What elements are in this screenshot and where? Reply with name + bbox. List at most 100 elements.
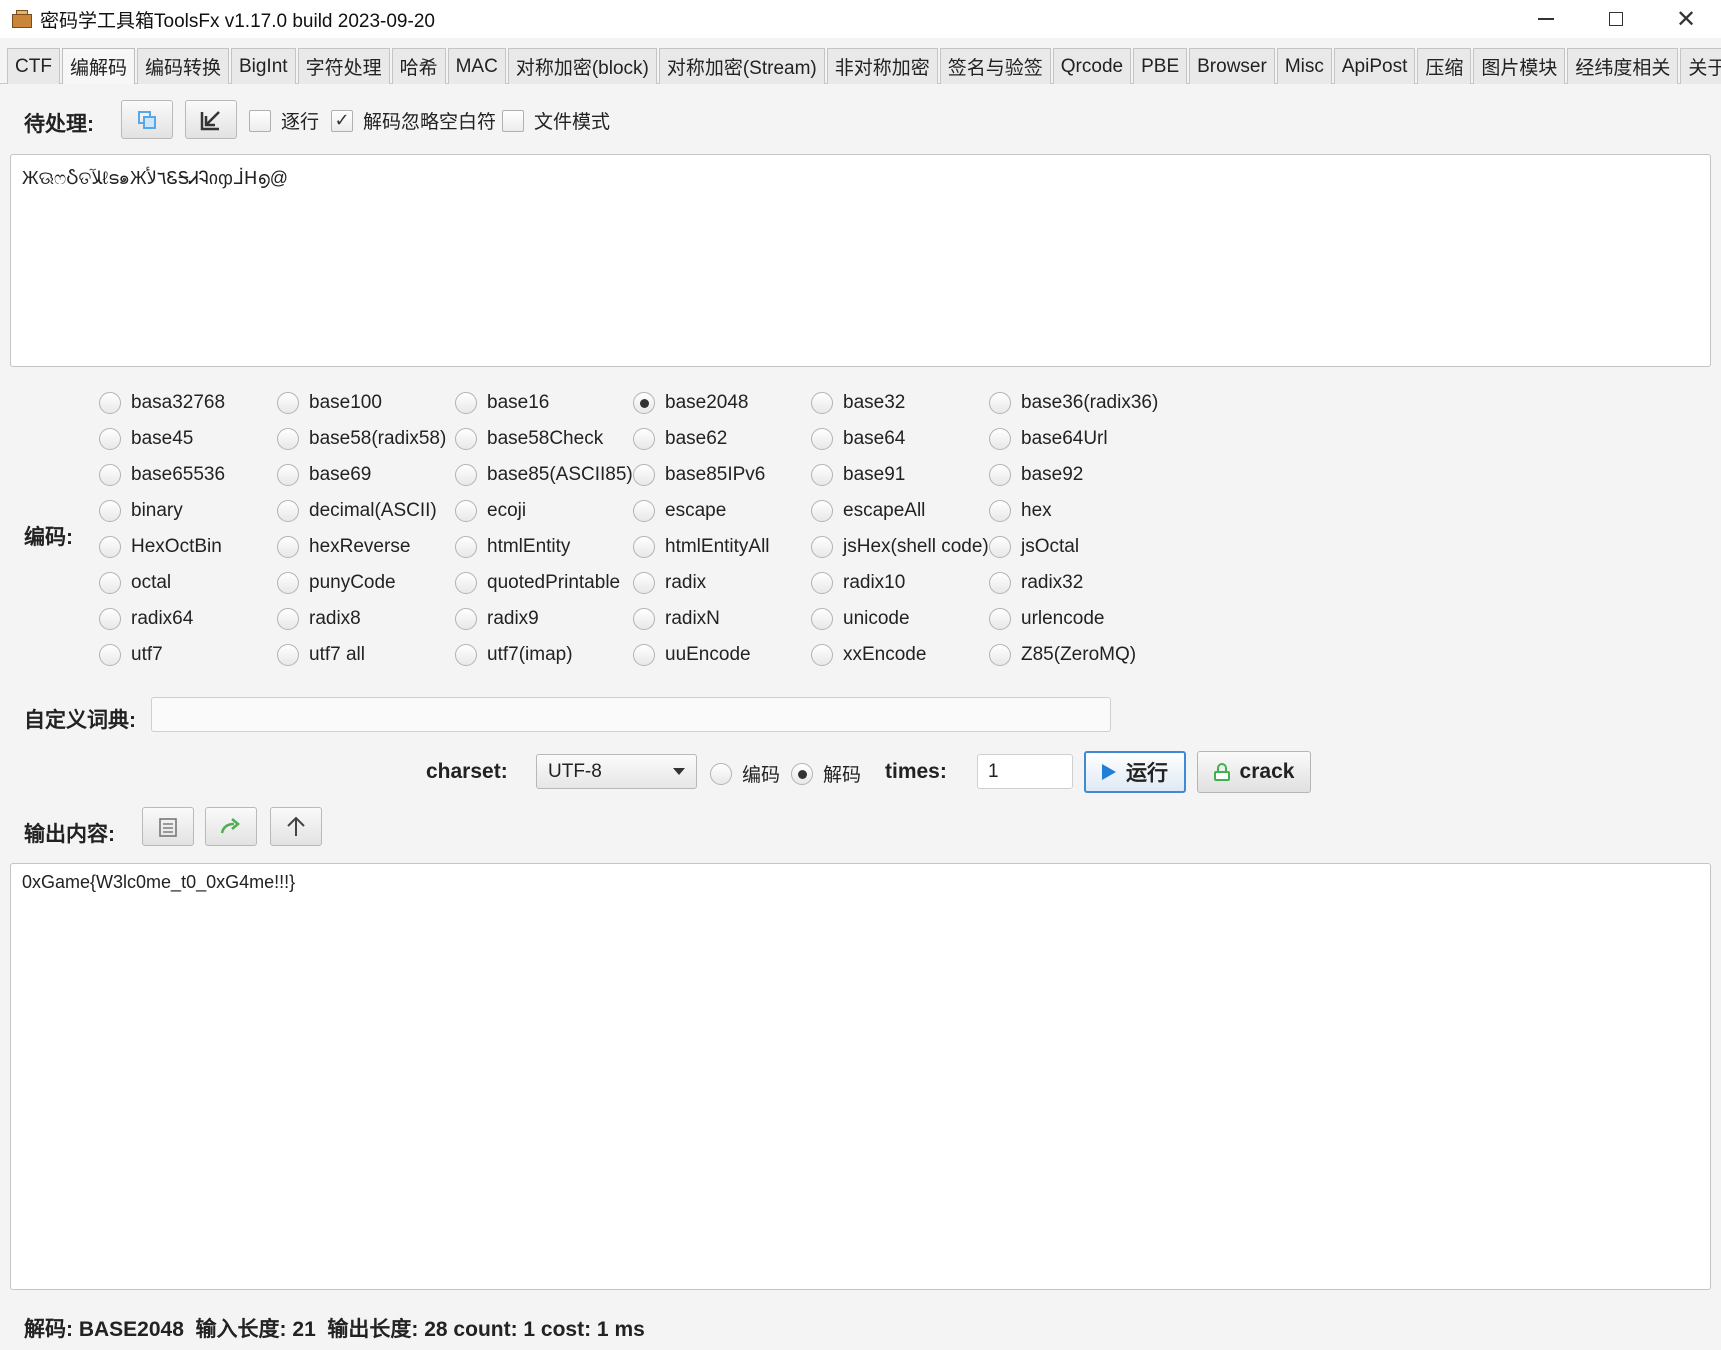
encoding-option-2-1[interactable]: base69 (277, 464, 371, 486)
encoding-option-0-5[interactable]: base36(radix36) (989, 392, 1158, 414)
ignore-whitespace-checkbox[interactable]: ✓ 解码忽略空白符 (331, 107, 496, 134)
encoding-option-7-1[interactable]: utf7 all (277, 644, 365, 666)
encoding-option-7-3[interactable]: uuEncode (633, 644, 751, 666)
encoding-option-6-2[interactable]: radix9 (455, 608, 539, 630)
encoding-option-7-5[interactable]: Z85(ZeroMQ) (989, 644, 1136, 666)
tab-5[interactable]: 哈希 (391, 48, 446, 84)
radio-circle[interactable] (633, 500, 655, 522)
tab-6[interactable]: MAC (447, 48, 506, 84)
radio-circle[interactable] (989, 428, 1011, 450)
encoding-option-5-3[interactable]: radix (633, 572, 706, 594)
radio-circle[interactable] (99, 644, 121, 666)
radio-circle[interactable] (455, 392, 477, 414)
radio-circle[interactable] (811, 428, 833, 450)
radio-circle[interactable] (99, 536, 121, 558)
tab-12[interactable]: PBE (1133, 48, 1188, 84)
decode-mode-circle[interactable] (791, 762, 813, 785)
radio-circle[interactable] (455, 428, 477, 450)
radio-circle[interactable] (811, 572, 833, 594)
file-mode-box[interactable] (502, 109, 524, 132)
file-mode-checkbox[interactable]: 文件模式 (502, 107, 610, 134)
encoding-option-4-3[interactable]: htmlEntityAll (633, 536, 770, 558)
encoding-option-0-4[interactable]: base32 (811, 392, 905, 414)
import-button[interactable] (185, 100, 237, 139)
radio-circle[interactable] (455, 464, 477, 486)
copy-input-button[interactable] (121, 100, 173, 139)
radio-circle[interactable] (99, 500, 121, 522)
radio-circle[interactable] (989, 608, 1011, 630)
radio-circle[interactable] (277, 536, 299, 558)
encoding-option-0-3[interactable]: base2048 (633, 392, 748, 414)
encoding-option-6-3[interactable]: radixN (633, 608, 720, 630)
encoding-option-5-0[interactable]: octal (99, 572, 171, 594)
radio-circle[interactable] (277, 644, 299, 666)
tab-8[interactable]: 对称加密(Stream) (658, 48, 825, 84)
tab-3[interactable]: BigInt (230, 48, 296, 84)
radio-circle[interactable] (989, 644, 1011, 666)
encoding-option-3-4[interactable]: escapeAll (811, 500, 925, 522)
radio-circle[interactable] (277, 464, 299, 486)
radio-circle[interactable] (989, 392, 1011, 414)
tab-14[interactable]: Misc (1276, 48, 1332, 84)
minimize-button[interactable] (1511, 0, 1581, 38)
encoding-option-4-2[interactable]: htmlEntity (455, 536, 570, 558)
encoding-option-0-1[interactable]: base100 (277, 392, 382, 414)
encoding-option-4-5[interactable]: jsOctal (989, 536, 1079, 558)
radio-circle[interactable] (811, 464, 833, 486)
radio-circle[interactable] (633, 428, 655, 450)
encoding-option-6-0[interactable]: radix64 (99, 608, 193, 630)
ignore-whitespace-box[interactable]: ✓ (331, 109, 353, 132)
encoding-option-5-2[interactable]: quotedPrintable (455, 572, 620, 594)
radio-circle[interactable] (811, 392, 833, 414)
run-button[interactable]: 运行 (1084, 751, 1186, 793)
radio-circle[interactable] (99, 572, 121, 594)
radio-circle[interactable] (99, 464, 121, 486)
radio-circle[interactable] (633, 608, 655, 630)
encoding-option-2-2[interactable]: base85(ASCII85) (455, 464, 633, 486)
encoding-option-1-3[interactable]: base62 (633, 428, 727, 450)
radio-circle[interactable] (455, 536, 477, 558)
encoding-option-3-2[interactable]: ecoji (455, 500, 526, 522)
radio-circle[interactable] (989, 572, 1011, 594)
radio-circle[interactable] (277, 608, 299, 630)
maximize-button[interactable] (1581, 0, 1651, 38)
radio-circle[interactable] (99, 428, 121, 450)
tab-16[interactable]: 压缩 (1417, 48, 1472, 84)
radio-circle[interactable] (277, 428, 299, 450)
custom-dict-input[interactable] (151, 697, 1111, 732)
crack-button[interactable]: crack (1197, 751, 1311, 793)
radio-circle[interactable] (989, 464, 1011, 486)
encode-mode-radio[interactable]: 编码 (710, 760, 780, 787)
encoding-option-4-1[interactable]: hexReverse (277, 536, 410, 558)
line-by-line-box[interactable] (249, 109, 271, 132)
encoding-option-4-0[interactable]: HexOctBin (99, 536, 222, 558)
encoding-option-0-0[interactable]: basa32768 (99, 392, 225, 414)
encoding-option-1-0[interactable]: base45 (99, 428, 193, 450)
encoding-option-3-5[interactable]: hex (989, 500, 1052, 522)
radio-circle[interactable] (99, 608, 121, 630)
encoding-option-2-5[interactable]: base92 (989, 464, 1083, 486)
radio-circle[interactable] (633, 392, 655, 414)
radio-circle[interactable] (811, 536, 833, 558)
tab-7[interactable]: 对称加密(block) (507, 48, 657, 84)
tab-11[interactable]: Qrcode (1052, 48, 1132, 84)
radio-circle[interactable] (633, 572, 655, 594)
tab-15[interactable]: ApiPost (1333, 48, 1416, 84)
move-up-button[interactable] (270, 807, 322, 846)
radio-circle[interactable] (633, 536, 655, 558)
tab-1[interactable]: 编解码 (61, 48, 135, 84)
encoding-option-2-4[interactable]: base91 (811, 464, 905, 486)
radio-circle[interactable] (455, 644, 477, 666)
line-by-line-checkbox[interactable]: 逐行 (249, 107, 319, 134)
tab-9[interactable]: 非对称加密 (826, 48, 938, 84)
radio-circle[interactable] (633, 644, 655, 666)
radio-circle[interactable] (455, 572, 477, 594)
output-textarea[interactable]: 0xGame{W3lc0me_t0_0xG4me!!!} (10, 863, 1711, 1290)
radio-circle[interactable] (811, 608, 833, 630)
times-input[interactable]: 1 (977, 754, 1073, 789)
input-textarea[interactable]: ЖଊෆჂତﻶℓട๑Ж٦ﻷᏋᎦᏗᎸიჶᒨᕼ൭@ (10, 154, 1711, 367)
close-button[interactable]: ✕ (1651, 0, 1721, 38)
charset-select[interactable]: UTF-8 (536, 754, 697, 789)
encoding-option-7-0[interactable]: utf7 (99, 644, 163, 666)
encoding-option-6-5[interactable]: urlencode (989, 608, 1104, 630)
